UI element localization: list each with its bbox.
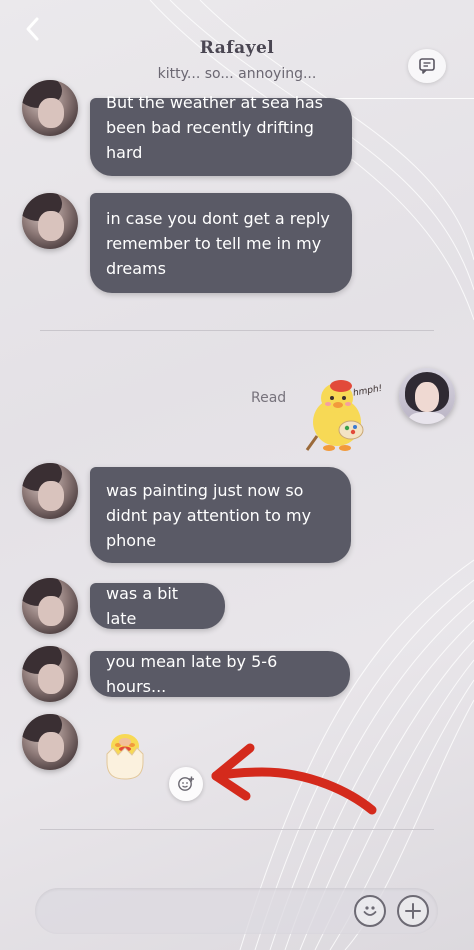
contact-avatar[interactable]	[22, 193, 78, 249]
bottom-divider	[40, 829, 434, 830]
contact-avatar[interactable]	[22, 646, 78, 702]
message-line: didnt pay attention to my	[106, 505, 312, 525]
contact-avatar[interactable]	[22, 714, 78, 770]
emoji-button[interactable]	[354, 895, 386, 927]
add-sticker-button[interactable]	[169, 767, 203, 801]
message-line: phone	[106, 530, 157, 550]
message-bubble: in case you dont get a reply remember to…	[90, 193, 352, 293]
contact-avatar[interactable]	[22, 578, 78, 634]
contact-avatar[interactable]	[22, 80, 78, 136]
emoji-icon	[363, 906, 377, 916]
message-line: been bad recently drifting	[106, 117, 314, 137]
plus-icon	[405, 903, 421, 919]
message-bubble: But the weather at sea has been bad rece…	[90, 93, 352, 176]
message-line: in case you dont get a reply	[106, 208, 330, 228]
message-bubble: was painting just now so didnt pay atten…	[90, 467, 351, 563]
chat-options-button[interactable]	[408, 49, 446, 83]
message-line: But the weather at sea has	[106, 92, 323, 112]
message-line: remember to tell me in my	[106, 233, 322, 253]
contact-status: kitty... so... annoying...	[157, 66, 317, 82]
sticker-add-icon	[178, 776, 194, 791]
chick-egg-sticker	[106, 734, 144, 780]
chat-header: Rafayel kitty... so... annoying...	[0, 0, 474, 100]
more-options-button[interactable]	[397, 895, 429, 927]
user-avatar[interactable]	[399, 368, 455, 424]
message-line: you mean late by 5-6 hours...	[106, 652, 278, 696]
message-line: was a bit late	[106, 584, 179, 628]
contact-avatar[interactable]	[22, 463, 78, 519]
sticker-caption: hmph!	[352, 384, 383, 399]
message-line: was painting just now so	[106, 480, 304, 500]
message-line: dreams	[106, 258, 166, 278]
read-receipt: Read	[251, 390, 287, 406]
time-divider	[40, 330, 434, 331]
duck-sticker: hmph!	[305, 380, 383, 451]
red-arrow-annotation	[211, 743, 377, 815]
chat-bubble-icon	[419, 58, 435, 74]
contact-name: Rafayel	[199, 38, 275, 58]
message-bubble: was a bit late	[90, 583, 225, 629]
message-input[interactable]	[49, 896, 349, 926]
message-bubble: you mean late by 5-6 hours...	[90, 651, 350, 697]
message-line: hard	[106, 142, 143, 162]
